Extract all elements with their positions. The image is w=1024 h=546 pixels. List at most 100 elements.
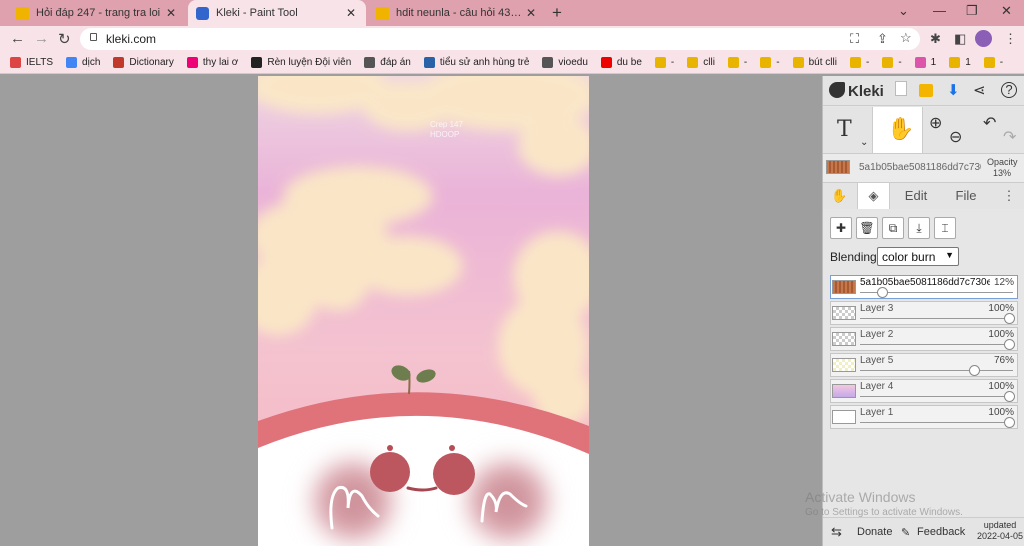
close-window-button[interactable]: ✕ xyxy=(1001,3,1012,19)
redo-icon[interactable]: ↷ xyxy=(1003,127,1016,147)
close-tab-icon[interactable]: ✕ xyxy=(164,6,178,20)
bookmark-item[interactable]: - xyxy=(654,57,674,68)
bookmark-item[interactable]: thy lai ơ xyxy=(186,57,238,68)
bookmark-favicon-icon xyxy=(113,57,125,68)
updated-label: updated xyxy=(983,520,1017,530)
bookmark-item[interactable]: - xyxy=(849,57,870,68)
side-panel-icon[interactable]: ◧ xyxy=(954,31,966,47)
layer-opacity-slider-handle[interactable] xyxy=(877,287,889,298)
tab-search-icon[interactable]: ⌄ xyxy=(898,3,909,19)
new-tab-button[interactable]: + xyxy=(552,3,562,23)
bookmark-item[interactable]: vioedu xyxy=(542,57,588,68)
zoom-in-icon[interactable]: ⊕ xyxy=(929,113,942,133)
layer-opacity-slider-handle[interactable] xyxy=(1004,313,1015,324)
merge-down-button[interactable]: ⤓ xyxy=(908,217,930,239)
profile-avatar[interactable] xyxy=(975,30,992,47)
close-tab-icon[interactable]: ✕ xyxy=(524,6,538,20)
bookmark-item[interactable]: IELTS xyxy=(10,57,53,68)
tab-file[interactable]: File xyxy=(943,183,989,209)
feedback-link[interactable]: Feedback xyxy=(917,526,965,538)
layer-row[interactable]: 5a1b05bae5081186dd7c730e 12% xyxy=(830,275,1018,299)
drawing-canvas[interactable]: Crep 147 HDOOP xyxy=(258,76,589,546)
share-icon[interactable]: ⇪ xyxy=(877,31,888,47)
minimize-button[interactable]: — xyxy=(933,3,946,18)
bookmark-item[interactable]: tiểu sử anh hùng trẻ xyxy=(423,57,529,68)
swap-panel-icon[interactable]: ⇆ xyxy=(831,524,842,540)
reload-icon[interactable]: ↻ xyxy=(58,30,71,48)
bookmark-item[interactable]: bút clli xyxy=(792,57,837,68)
bookmark-item[interactable]: clli xyxy=(687,57,715,68)
layer-name: Layer 2 xyxy=(860,329,894,340)
kleki-logo[interactable]: Kleki xyxy=(829,82,884,100)
layer-opacity-slider-handle[interactable] xyxy=(1004,339,1015,350)
browser-tab-hoidap[interactable]: Hỏi đáp 247 - trang tra loi ✕ xyxy=(8,0,186,26)
delete-layer-button[interactable]: 🗑 xyxy=(856,217,878,239)
bookmark-item[interactable]: Dictionary xyxy=(113,57,174,68)
bookmark-item[interactable]: 1 xyxy=(914,57,936,68)
bookmark-item[interactable]: đáp án xyxy=(364,57,411,68)
zoom-out-icon[interactable]: ⊖ xyxy=(949,127,962,147)
current-layer-name: 5a1b05bae5081186dd7c730e xyxy=(859,162,981,173)
browser-tab-hdit[interactable]: hdit neunla - câu hỏi 4313283 - Ho ✕ xyxy=(368,0,546,26)
bookmark-item[interactable]: - xyxy=(760,57,780,68)
undo-icon[interactable]: ↶ xyxy=(983,113,996,133)
extensions-icon[interactable]: ✱ xyxy=(930,31,941,47)
bookmark-favicon-icon xyxy=(66,57,78,68)
duplicate-layer-button[interactable]: ⧉ xyxy=(882,217,904,239)
layer-opacity-slider-track[interactable] xyxy=(860,344,1013,345)
open-folder-icon[interactable] xyxy=(919,84,933,97)
bookmark-item[interactable]: dịch xyxy=(66,57,100,68)
share-icon[interactable]: ⋖ xyxy=(973,81,986,99)
app-name: Kleki xyxy=(848,83,884,100)
layer-thumbnail xyxy=(832,384,856,398)
donate-link[interactable]: Donate xyxy=(857,526,892,538)
bookmark-star-icon[interactable]: ☆ xyxy=(900,30,912,46)
tab-title: hdit neunla - câu hỏi 4313283 - Ho xyxy=(396,7,524,19)
layer-opacity-slider-handle[interactable] xyxy=(1004,417,1015,428)
layer-row[interactable]: Layer 5 76% xyxy=(830,353,1018,377)
bookmark-favicon-icon xyxy=(10,57,21,68)
bookmark-label: dịch xyxy=(82,57,101,68)
bookmark-item[interactable]: - xyxy=(882,57,902,68)
blending-select[interactable]: color burn ▼ xyxy=(877,247,959,266)
layer-row[interactable]: Layer 2 100% xyxy=(830,327,1018,351)
layer-opacity-slider-track[interactable] xyxy=(860,318,1013,319)
bookmark-favicon-icon xyxy=(251,57,263,68)
layer-row[interactable]: Layer 1 100% xyxy=(830,405,1018,429)
layer-row[interactable]: Layer 3 100% xyxy=(830,301,1018,325)
bookmark-item[interactable]: - xyxy=(727,57,747,68)
tab-hand[interactable]: ✋ xyxy=(823,183,856,209)
download-icon[interactable]: ⬇ xyxy=(947,81,960,99)
layer-opacity-slider-track[interactable] xyxy=(860,422,1013,423)
bookmark-item[interactable]: du be xyxy=(600,57,642,68)
forward-arrow-icon[interactable]: → xyxy=(34,30,49,47)
browser-tab-kleki[interactable]: Kleki - Paint Tool ✕ xyxy=(188,0,366,26)
translate-icon[interactable]: ⛶ xyxy=(850,31,859,47)
restore-button[interactable]: ❐ xyxy=(966,3,978,19)
text-tool-button[interactable]: T ⌄ xyxy=(823,107,871,153)
tab-edit[interactable]: Edit xyxy=(891,183,941,209)
bookmark-item[interactable]: 1 xyxy=(949,57,971,68)
bookmark-item[interactable]: - xyxy=(983,57,1003,68)
rename-layer-button[interactable]: ⌶ xyxy=(934,217,956,239)
layer-thumbnail xyxy=(832,332,856,346)
layer-row[interactable]: Layer 4 100% xyxy=(830,379,1018,403)
menu-dots-icon[interactable]: ⋮ xyxy=(1004,31,1017,47)
add-layer-button[interactable]: ✚ xyxy=(830,217,852,239)
hand-tool-button[interactable]: ✋ xyxy=(872,107,923,153)
close-tab-icon[interactable]: ✕ xyxy=(344,6,358,20)
help-icon[interactable]: ? xyxy=(1001,82,1017,98)
new-file-icon[interactable] xyxy=(895,81,907,96)
bookmark-item[interactable]: Rèn luyện Đội viên xyxy=(251,57,351,68)
bookmark-label: - xyxy=(865,57,870,68)
address-bar[interactable]: kleki.com ⛶ ⇪ ☆ xyxy=(80,28,920,50)
layer-opacity-slider-handle[interactable] xyxy=(1004,391,1015,402)
more-options-icon[interactable]: ⋮ xyxy=(1001,183,1017,209)
bookmark-favicon-icon xyxy=(882,57,894,68)
back-arrow-icon[interactable]: ← xyxy=(10,30,25,47)
url-text[interactable]: kleki.com xyxy=(106,32,156,46)
layer-opacity-slider-handle[interactable] xyxy=(969,365,981,376)
layer-opacity-slider-track[interactable] xyxy=(860,370,1013,371)
tab-layers[interactable]: ◈ xyxy=(857,183,890,209)
layer-opacity-slider-track[interactable] xyxy=(860,396,1013,397)
